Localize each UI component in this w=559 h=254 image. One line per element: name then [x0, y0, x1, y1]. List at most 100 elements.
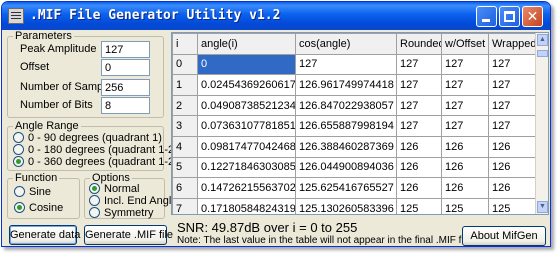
close-button[interactable]: ✕ [522, 6, 543, 27]
table-cell[interactable]: 127 [396, 74, 442, 96]
option-symmetry[interactable]: Symmetry [89, 207, 154, 220]
table-cell[interactable]: 125 [396, 197, 442, 214]
table-cell[interactable]: 0.0490873852123405 [197, 94, 296, 117]
table-cell[interactable]: 126 [488, 135, 537, 158]
table-cell[interactable]: 0.122718463030851 [197, 156, 296, 179]
table-cell[interactable]: 126 [488, 156, 537, 179]
table-cell[interactable]: 0.0736310778185108 [197, 115, 296, 137]
window-title: .MIF File Generator Utility v1.2 [30, 8, 281, 23]
offset-input[interactable]: 0 [101, 59, 150, 76]
table-row[interactable]: 7 0.171805848243192 125.130260583396 125 125… [172, 197, 537, 214]
minimize-button[interactable] [476, 6, 497, 27]
snr-readout: SNR: 49.87dB over i = 0 to 255 [177, 220, 358, 235]
column-header-rounded[interactable]: Rounded [396, 33, 442, 55]
table-cell[interactable]: 127 [295, 53, 397, 76]
table-cell[interactable]: 127 [488, 115, 537, 137]
about-mifgen-button[interactable]: About MifGen [462, 226, 546, 246]
table-cell[interactable]: 127 [488, 74, 537, 96]
table-row[interactable]: 10.0245436926061703126.96174997441812712… [172, 74, 537, 96]
table-cell[interactable]: 126 [488, 177, 537, 199]
row-index-cell[interactable]: 0 [172, 53, 198, 76]
peak-amplitude-label: Peak Amplitude [20, 43, 97, 55]
table-cell[interactable]: 125 [488, 197, 537, 214]
title-bar[interactable]: .MIF File Generator Utility v1.2 ✕ [2, 2, 550, 30]
table-cell[interactable]: 127 [488, 94, 537, 117]
row-index-cell[interactable]: 7 [172, 197, 198, 214]
close-icon: ✕ [526, 8, 539, 24]
number-of-samples-input[interactable]: 256 [101, 79, 150, 96]
table-cell[interactable]: 127 [396, 115, 442, 137]
table-row[interactable]: 20.0490873852123405126.84702293805712712… [172, 94, 537, 117]
table-row[interactable]: 5 0.122718463030851 126.044900894036 126 126… [172, 156, 537, 179]
angle-range-option-quadrant-1-2-3-4[interactable]: 0 - 360 degrees (quadrant 1-2-3-4) [13, 156, 197, 169]
radio-icon [13, 144, 24, 155]
table-cell[interactable]: 127 [396, 94, 442, 117]
radio-icon [89, 195, 100, 206]
table-cell[interactable]: 126 [396, 135, 442, 158]
table-cell[interactable]: 127 [441, 53, 489, 76]
table-cell[interactable]: 127 [396, 53, 442, 76]
table-cell[interactable]: 127 [441, 94, 489, 117]
mif-file-note: Note: The last value in the table will n… [177, 235, 472, 246]
table-cell[interactable]: 127 [488, 53, 537, 76]
table-cell[interactable]: 126 [396, 156, 442, 179]
parameters-legend: Parameters [13, 30, 74, 42]
radio-selected-icon [89, 183, 100, 194]
row-index-cell[interactable]: 1 [172, 74, 198, 96]
row-index-cell[interactable]: 5 [172, 156, 198, 179]
column-header-w-offset[interactable]: w/Offset [441, 33, 489, 55]
table-cell[interactable]: 125 [441, 197, 489, 214]
function-option-sine[interactable]: Sine [14, 186, 51, 199]
data-table-container[interactable]: i angle(i) cos(angle) Rounded w/Offset W… [171, 32, 549, 215]
radio-icon [14, 186, 25, 197]
table-cell[interactable]: 126.044900894036 [295, 156, 397, 179]
scroll-up-icon[interactable]: ▲ [537, 34, 548, 46]
table-cell[interactable]: 126.655887998194 [295, 115, 397, 137]
table-cell[interactable]: 127 [441, 74, 489, 96]
table-row[interactable]: 0 0 127 127 127 127 [172, 53, 537, 76]
column-header-cos-angle[interactable]: cos(angle) [295, 33, 397, 55]
maximize-button[interactable] [499, 6, 520, 27]
column-header-i[interactable]: i [172, 33, 198, 55]
peak-amplitude-input[interactable]: 127 [101, 41, 150, 58]
row-index-cell[interactable]: 6 [172, 177, 198, 199]
table-cell[interactable]: 0 [197, 53, 296, 76]
column-header-angle[interactable]: angle(i) [197, 33, 296, 55]
table-cell[interactable]: 126 [441, 135, 489, 158]
table-cell[interactable]: 0.147262155637022 [197, 177, 296, 199]
table-cell[interactable]: 125.625416765527 [295, 177, 397, 199]
table-row[interactable]: 30.0736310778185108126.65588799819412712… [172, 115, 537, 137]
table-cell[interactable]: 126 [441, 177, 489, 199]
function-legend: Function [13, 172, 60, 184]
data-table: i angle(i) cos(angle) Rounded w/Offset W… [172, 33, 537, 214]
table-cell[interactable]: 0.098174770424681 [197, 135, 296, 158]
radio-icon [13, 132, 24, 143]
angle-range-legend: Angle Range [13, 120, 81, 132]
table-cell[interactable]: 126.388460287369 [295, 135, 397, 158]
function-group: Function Sine Cosine [7, 172, 80, 219]
number-of-bits-input[interactable]: 8 [101, 97, 150, 114]
row-index-cell[interactable]: 3 [172, 115, 198, 137]
scroll-thumb[interactable] [537, 50, 548, 57]
table-cell[interactable]: 0.171805848243192 [197, 197, 296, 214]
table-cell[interactable]: 0.0245436926061703 [197, 74, 296, 96]
row-index-cell[interactable]: 2 [172, 94, 198, 117]
table-cell[interactable]: 126.847022938057 [295, 94, 397, 117]
table-cell[interactable]: 125.130260583396 [295, 197, 397, 214]
generate-mif-file-button[interactable]: Generate .MIF file [84, 225, 173, 245]
row-index-cell[interactable]: 4 [172, 135, 198, 158]
function-option-cosine[interactable]: Cosine [14, 202, 63, 215]
scroll-down-icon[interactable]: ▼ [537, 201, 548, 213]
table-cell[interactable]: 126.961749974418 [295, 74, 397, 96]
table-cell[interactable]: 126 [441, 156, 489, 179]
column-header-wrapped[interactable]: Wrapped [488, 33, 537, 55]
generate-data-button[interactable]: Generate data [9, 225, 80, 245]
table-row[interactable]: 4 0.098174770424681 126.388460287369 126 126… [172, 135, 537, 158]
table-row[interactable]: 6 0.147262155637022 125.625416765527 126 126… [172, 177, 537, 199]
number-of-bits-label: Number of Bits [20, 99, 93, 111]
table-cell[interactable]: 126 [396, 177, 442, 199]
parameters-group: Parameters Peak Amplitude 127 Offset 0 N… [7, 30, 164, 118]
radio-selected-icon [14, 202, 25, 213]
table-vertical-scrollbar[interactable]: ▲ ▼ [535, 33, 548, 214]
table-cell[interactable]: 127 [441, 115, 489, 137]
